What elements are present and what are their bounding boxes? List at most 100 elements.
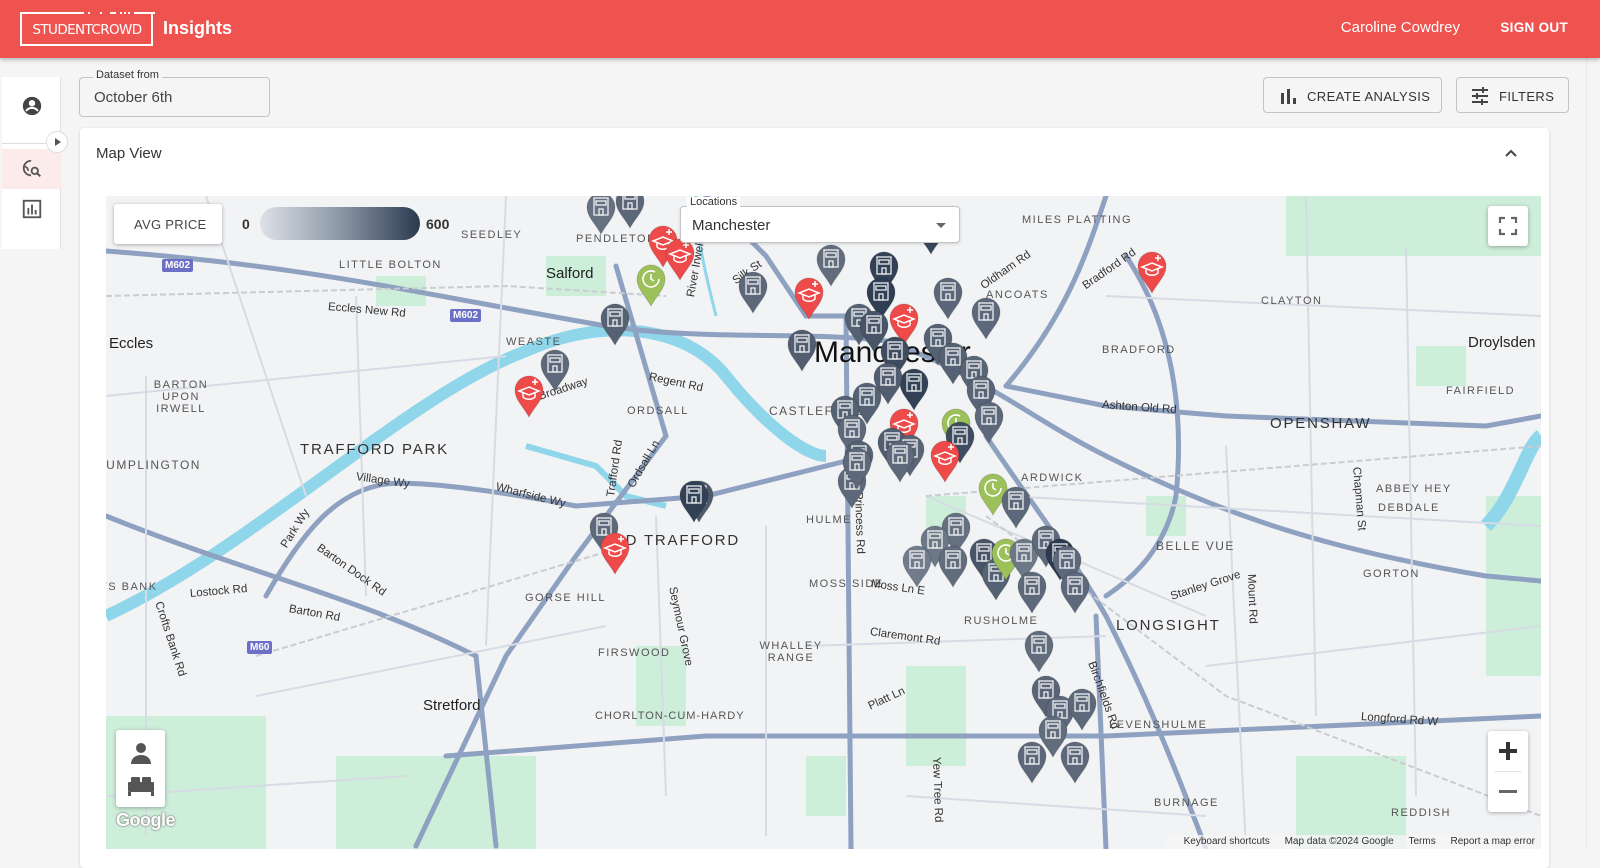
create-analysis-button[interactable]: CREATE ANALYSIS bbox=[1263, 77, 1442, 113]
account-circle-icon[interactable] bbox=[21, 95, 43, 117]
locations-label: Locations bbox=[687, 197, 741, 208]
panel-title: Map View bbox=[96, 145, 162, 162]
price-gradient-bar bbox=[260, 207, 420, 240]
property-marker[interactable] bbox=[1000, 485, 1032, 530]
property-marker[interactable] bbox=[1016, 570, 1048, 614]
place-label: Salford bbox=[546, 265, 594, 282]
sidebar-item-map-search[interactable] bbox=[2, 149, 61, 189]
create-analysis-label: CREATE ANALYSIS bbox=[1307, 89, 1431, 104]
area-label: MILES PLATTING bbox=[1022, 214, 1133, 226]
property-marker[interactable] bbox=[1066, 687, 1098, 732]
property-marker[interactable] bbox=[599, 302, 631, 347]
studentcrowd-logo[interactable]: STUDENTCROWD bbox=[20, 12, 155, 46]
property-marker[interactable] bbox=[539, 348, 571, 392]
legend-max-value: 600 bbox=[426, 216, 450, 232]
area-label: FAIRFIELD bbox=[1446, 385, 1516, 397]
motorway-shield: M60 bbox=[247, 641, 273, 654]
bed-icon[interactable] bbox=[126, 772, 156, 798]
property-marker[interactable] bbox=[970, 296, 1002, 340]
tune-icon bbox=[1472, 87, 1488, 105]
user-name: Caroline Cowdrey bbox=[1340, 19, 1460, 36]
property-marker[interactable] bbox=[841, 446, 873, 490]
district-label: BELLE VUE bbox=[1156, 539, 1235, 553]
university-marker[interactable] bbox=[599, 531, 631, 575]
road-label: Yew Tree Rd bbox=[930, 756, 945, 823]
area-label: ABBEY HEY bbox=[1376, 483, 1452, 495]
avg-price-toggle[interactable]: AVG PRICE bbox=[114, 204, 222, 244]
plus-icon bbox=[1499, 742, 1517, 760]
area-label: HULME bbox=[806, 514, 853, 526]
filters-label: FILTERS bbox=[1499, 89, 1555, 104]
area-label: WHALLEY RANGE bbox=[759, 640, 823, 664]
zoom-controls bbox=[1488, 731, 1528, 812]
property-marker[interactable] bbox=[1023, 629, 1055, 673]
app-title: Insights bbox=[163, 18, 233, 38]
bar-chart-icon[interactable] bbox=[21, 198, 43, 220]
university-marker[interactable] bbox=[1136, 250, 1168, 294]
report-map-error-link[interactable]: Report a map error bbox=[1451, 836, 1535, 847]
university-marker[interactable] bbox=[793, 276, 825, 321]
booking-pending-marker[interactable] bbox=[635, 263, 667, 308]
property-marker[interactable] bbox=[937, 544, 969, 588]
place-label: Stretford bbox=[423, 697, 481, 714]
dataset-field-label: Dataset from bbox=[93, 69, 162, 81]
property-marker[interactable] bbox=[1016, 740, 1048, 784]
person-icon[interactable] bbox=[128, 740, 154, 766]
map-layer-controls bbox=[116, 730, 165, 807]
dataset-date-field[interactable]: October 6th bbox=[79, 77, 270, 117]
area-label: BURNAGE bbox=[1154, 797, 1219, 809]
area-label: GORTON bbox=[1363, 568, 1420, 580]
property-marker[interactable] bbox=[614, 196, 646, 229]
google-logo: Google bbox=[116, 810, 176, 830]
motorway-shield: M602 bbox=[450, 309, 482, 322]
area-label: SEEDLEY bbox=[461, 229, 523, 241]
logo-text: STUDENTCROWD bbox=[32, 22, 142, 38]
property-marker[interactable] bbox=[678, 479, 710, 523]
property-marker[interactable] bbox=[786, 328, 818, 373]
road-label: Mount Rd bbox=[1245, 573, 1259, 625]
zoom-in-button[interactable] bbox=[1488, 731, 1528, 771]
place-label: Droylsden bbox=[1468, 334, 1536, 351]
property-marker[interactable] bbox=[932, 276, 964, 321]
property-marker[interactable] bbox=[973, 400, 1005, 445]
area-label: BARTON UPON IRWELL bbox=[153, 379, 209, 415]
fullscreen-button[interactable] bbox=[1488, 206, 1528, 246]
property-marker[interactable] bbox=[1059, 740, 1091, 784]
district-label: LONGSIGHT bbox=[1116, 617, 1221, 634]
property-marker[interactable] bbox=[737, 270, 769, 314]
keyboard-shortcuts-link[interactable]: Keyboard shortcuts bbox=[1184, 836, 1270, 847]
chevron-up-icon[interactable] bbox=[1501, 143, 1521, 163]
bar-chart-icon bbox=[1281, 89, 1296, 104]
area-label: DUMPLINGTON bbox=[106, 458, 201, 472]
locations-select[interactable]: Manchester bbox=[680, 206, 960, 243]
terms-link[interactable]: Terms bbox=[1409, 836, 1436, 847]
area-label: LEVENSHULME bbox=[1109, 719, 1208, 731]
university-marker[interactable] bbox=[929, 439, 961, 484]
page-scrollbar[interactable] bbox=[1586, 58, 1600, 849]
area-label: CHORLTON-CUM-HARDY bbox=[595, 710, 745, 722]
area-label: ORDSALL bbox=[627, 405, 689, 417]
property-marker[interactable] bbox=[901, 544, 933, 588]
property-marker[interactable] bbox=[1059, 570, 1091, 614]
avg-price-label: AVG PRICE bbox=[134, 217, 207, 232]
property-marker[interactable] bbox=[884, 439, 916, 484]
map-canvas[interactable]: Manchester Salford Eccles Stretford Droy… bbox=[106, 196, 1541, 849]
area-label: BRADFORD bbox=[1102, 344, 1176, 356]
zoom-out-button[interactable] bbox=[1488, 772, 1528, 812]
logo-frame bbox=[20, 12, 84, 14]
sidebar-expand-button[interactable] bbox=[46, 131, 68, 153]
area-label: WEASTE bbox=[506, 336, 562, 348]
filters-button[interactable]: FILTERS bbox=[1456, 77, 1569, 113]
area-label: CLAYTON bbox=[1261, 295, 1323, 307]
area-label: LITTLE BOLTON bbox=[339, 259, 442, 271]
area-label: DEBDALE bbox=[1378, 502, 1440, 514]
place-label: Eccles bbox=[109, 335, 154, 352]
university-marker[interactable] bbox=[664, 237, 696, 281]
sign-out-button[interactable]: SIGN OUT bbox=[1500, 20, 1568, 35]
map-attribution: Keyboard shortcuts Map data ©2024 Google… bbox=[1165, 835, 1541, 849]
area-label: ARDWICK bbox=[1021, 472, 1084, 484]
dataset-date-value: October 6th bbox=[94, 89, 173, 106]
property-marker[interactable] bbox=[585, 196, 617, 236]
district-label: TRAFFORD PARK bbox=[300, 441, 449, 458]
map-search-icon bbox=[21, 158, 43, 180]
